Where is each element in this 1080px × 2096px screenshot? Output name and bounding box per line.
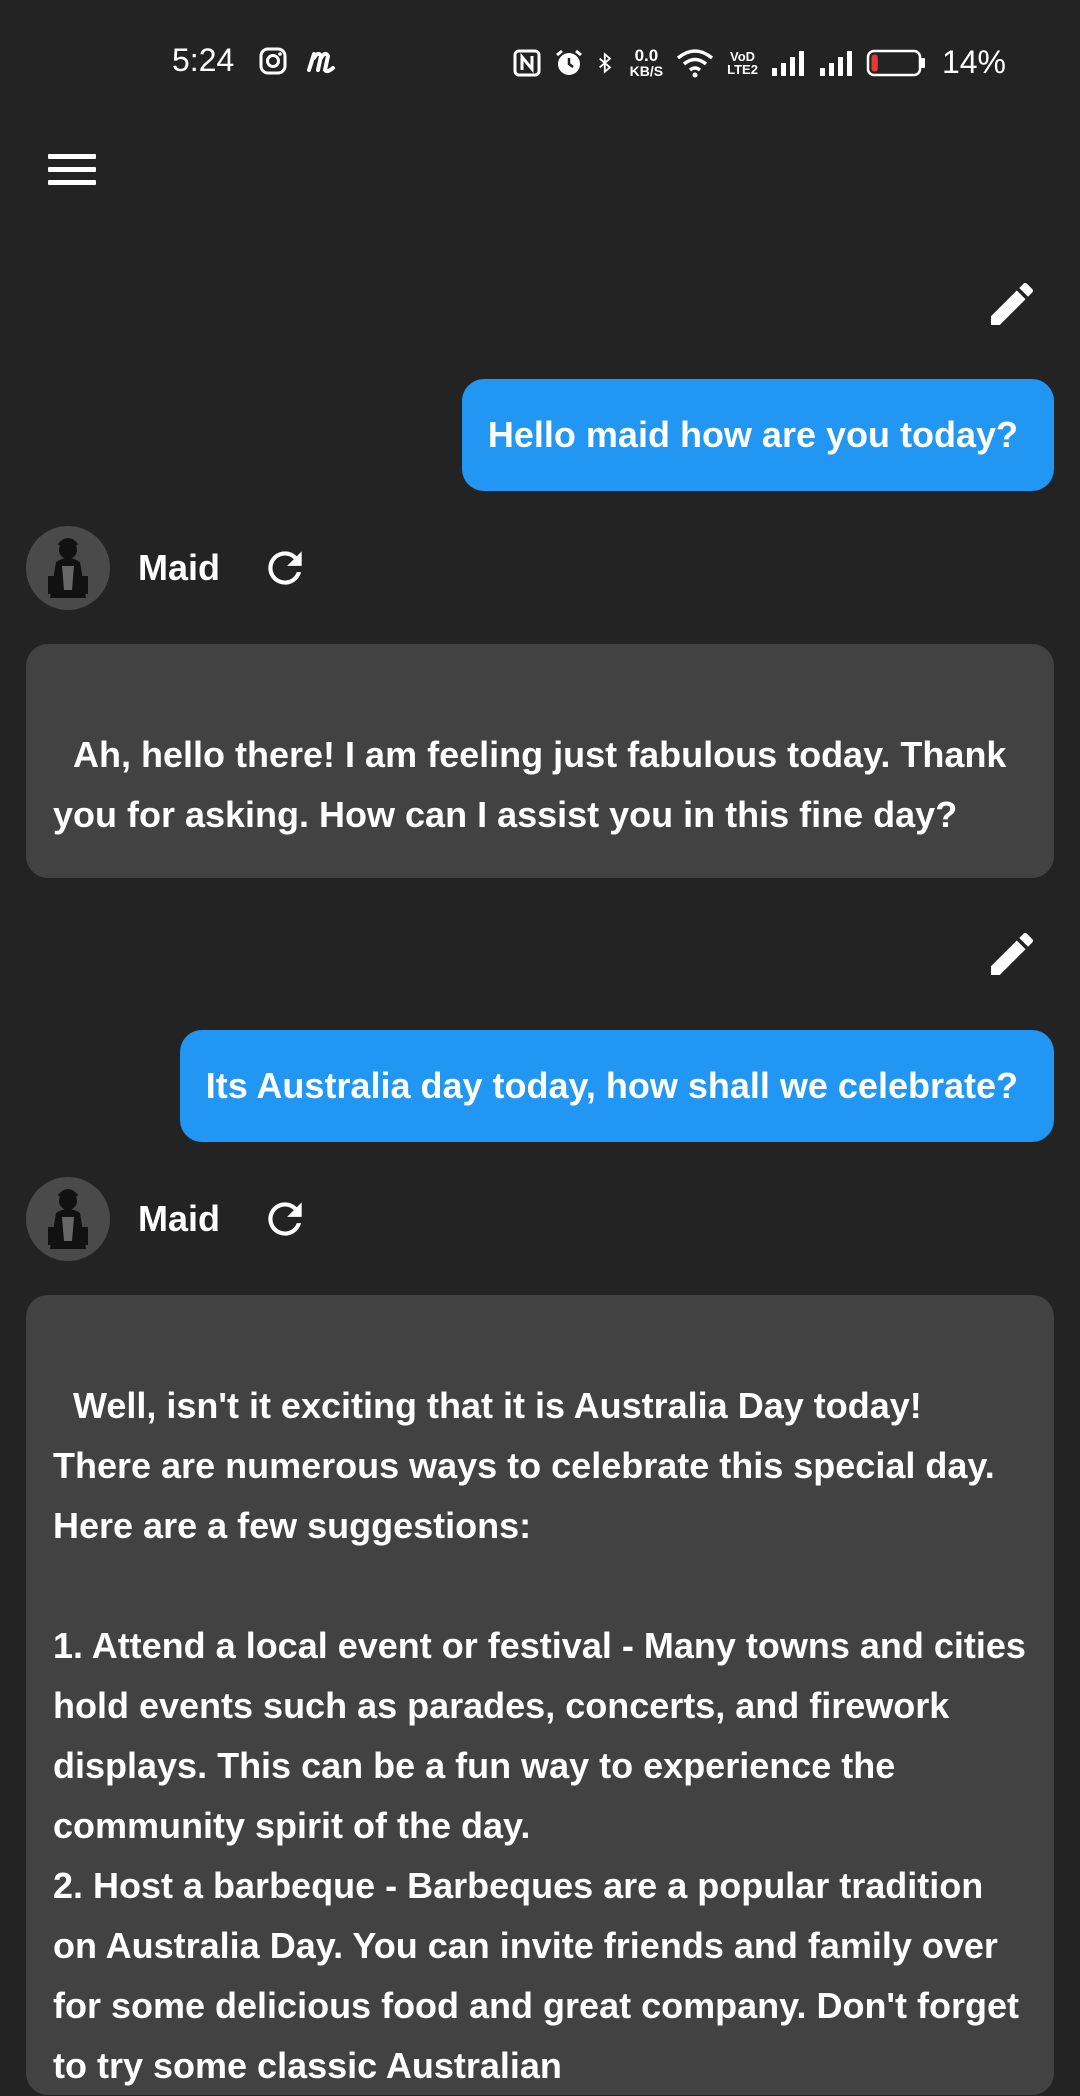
regenerate-button[interactable]	[260, 543, 310, 593]
volte-indicator: VoD LTE2	[727, 48, 758, 77]
instagram-icon	[259, 47, 287, 75]
message-text: Its Australia day today, how shall we ce…	[205, 1065, 1018, 1106]
message-text: Hello maid how are you today?	[487, 414, 1018, 455]
menu-icon-bar	[48, 180, 96, 185]
regenerate-button[interactable]	[260, 1194, 310, 1244]
message-text: Ah, hello there! I am feeling just fabul…	[53, 734, 1017, 835]
bluetooth-icon	[598, 51, 612, 74]
bot-name: Maid	[138, 547, 221, 588]
alarm-icon	[555, 49, 582, 75]
maid-avatar-icon	[48, 538, 88, 598]
bot-header: Maid	[26, 525, 310, 611]
avatar	[26, 526, 110, 610]
avatar	[26, 1177, 110, 1261]
battery-icon	[866, 49, 925, 76]
wifi-icon	[677, 48, 714, 77]
nfc-icon	[513, 49, 541, 76]
menu-icon-bar	[48, 154, 96, 159]
status-bar: 5:24 0.0 KB/S VoD LTE2 14%	[0, 0, 1080, 125]
bot-name: Maid	[138, 1198, 221, 1239]
assistant-message: Well, isn't it exciting that it is Austr…	[26, 1295, 1054, 2095]
pencil-icon	[991, 282, 1034, 325]
user-message[interactable]: Its Australia day today, how shall we ce…	[179, 1030, 1054, 1142]
menu-icon-bar	[48, 167, 96, 172]
message-text: Well, isn't it exciting that it is Austr…	[53, 1385, 1026, 2086]
net-speed: 0.0 KB/S	[629, 46, 664, 79]
edit-message-button[interactable]	[984, 926, 1040, 982]
pencil-icon	[991, 932, 1034, 975]
status-system-icons: 0.0 KB/S VoD LTE2 14%	[512, 44, 1006, 81]
user-message[interactable]: Hello maid how are you today?	[461, 379, 1054, 491]
refresh-icon	[268, 551, 302, 585]
battery-percent: 14%	[941, 44, 1006, 80]
refresh-icon	[268, 1202, 302, 1236]
signal-icon	[819, 50, 852, 76]
status-time: 5:24	[172, 42, 235, 78]
edit-message-button[interactable]	[984, 276, 1040, 332]
m-app-icon	[307, 51, 335, 74]
signal-icon	[771, 50, 804, 76]
menu-button[interactable]	[48, 150, 100, 190]
assistant-message: Ah, hello there! I am feeling just fabul…	[26, 644, 1054, 878]
maid-avatar-icon	[48, 1189, 88, 1249]
status-notification-icons	[258, 46, 340, 76]
bot-header: Maid	[26, 1176, 310, 1262]
